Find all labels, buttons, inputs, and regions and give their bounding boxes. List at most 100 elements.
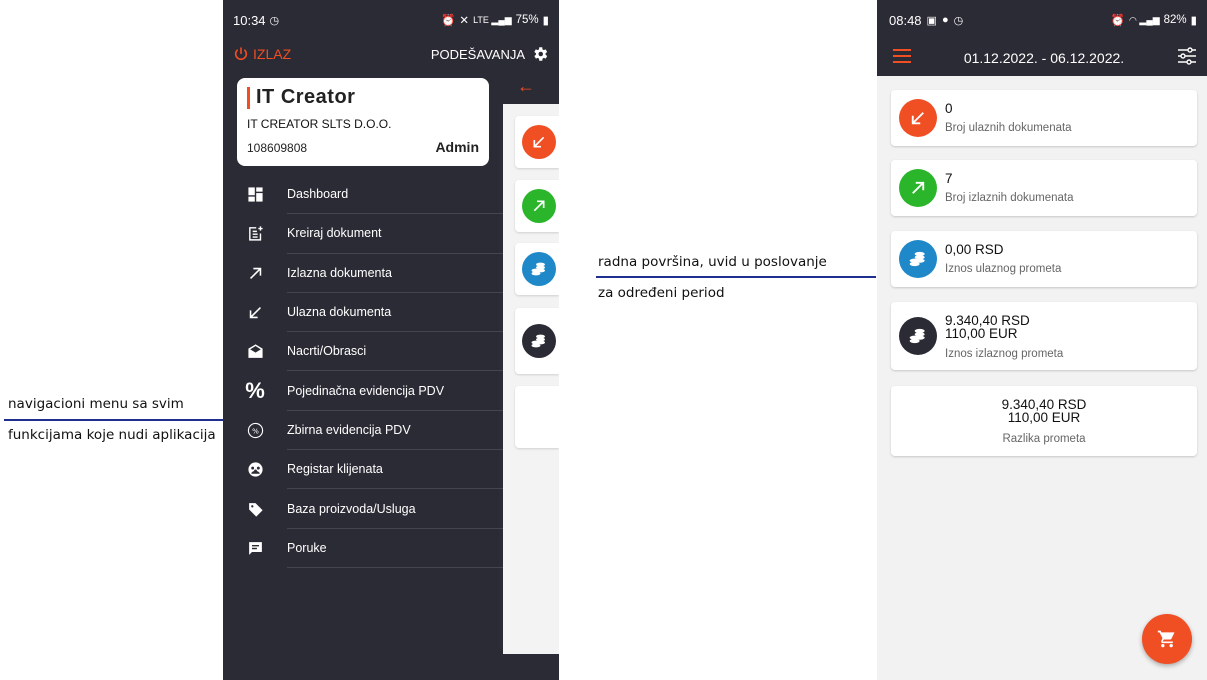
peek-card	[515, 386, 559, 448]
svg-text:%: %	[252, 426, 259, 435]
arrow-down-left-icon	[899, 99, 937, 137]
stat-card-izlazni-promet[interactable]: 9.340,40 RSD 110,00 EUR Iznos izlaznog p…	[891, 302, 1197, 370]
diff-label: Razlika prometa	[1002, 433, 1086, 445]
battery-icon: ▮	[542, 15, 549, 27]
logout-label: IZLAZ	[253, 46, 292, 62]
menu-item-zbirna-evidencija[interactable]: % Zbirna evidencija PDV	[223, 411, 503, 451]
percent-icon: %	[245, 378, 265, 404]
arrow-up-right-icon	[522, 189, 556, 223]
timer-icon: ◷	[269, 14, 280, 27]
clients-icon	[223, 461, 287, 478]
menu-item-nacrti-obrasci[interactable]: Nacrti/Obrasci	[223, 332, 503, 372]
settings-button[interactable]: PODEŠAVANJA	[431, 45, 549, 63]
menu-item-ulazna-dokumenta[interactable]: Ulazna dokumenta	[223, 293, 503, 333]
stat-card-ulazni-promet[interactable]: 0,00 RSD Iznos ulaznog prometa	[891, 231, 1197, 287]
status-bar: 10:34 ◷ ⏰ ✕ LTE ▂▄▆ 75% ▮	[223, 0, 559, 40]
gallery-icon: ▣	[926, 14, 937, 27]
brand-name: IT Creator	[256, 86, 356, 108]
cart-icon	[1157, 630, 1175, 648]
stat-card-izlazni-dokumenti[interactable]: 7 Broj izlaznih dokumenata	[891, 160, 1197, 216]
date-range-title[interactable]: 01.12.2022. - 06.12.2022.	[964, 50, 1124, 66]
arrow-up-right-icon	[899, 169, 937, 207]
coins-icon	[522, 324, 556, 358]
cart-fab-button[interactable]	[1142, 614, 1192, 664]
menu-item-pojedinacna-evidencija[interactable]: % Pojedinačna evidencija PDV	[223, 371, 503, 411]
tag-icon	[223, 501, 287, 518]
coins-icon	[899, 317, 937, 355]
menu-label: Registar klijenata	[287, 450, 503, 490]
diff-value-eur: 110,00 EUR	[1007, 410, 1081, 425]
stat-card-razlika-prometa[interactable]: 9.340,40 RSD 110,00 EUR Razlika prometa	[891, 386, 1197, 456]
menu-item-registar-klijenata[interactable]: Registar klijenata	[223, 450, 503, 490]
stat-label: Broj ulaznih dokumenata	[945, 122, 1072, 134]
battery-level: 82%	[1163, 14, 1187, 26]
arrow-down-left-icon	[223, 304, 287, 321]
stat-label: Iznos izlaznog prometa	[945, 348, 1064, 360]
menu-item-poruke[interactable]: Poruke	[223, 529, 503, 568]
background-dashboard-peek: ←	[503, 68, 559, 654]
hamburger-menu-icon[interactable]	[893, 48, 911, 68]
post-add-icon	[223, 225, 287, 242]
app-topbar: 01.12.2022. - 06.12.2022.	[877, 40, 1207, 76]
drawer-topbar: IZLAZ PODEŠAVANJA	[223, 40, 559, 68]
lte-signal-icon: LTE ▂▄▆	[473, 14, 512, 25]
left-annotation-pointer	[4, 419, 232, 421]
company-brand: IT Creator	[247, 86, 479, 109]
stat-label: Broj izlaznih dokumenata	[945, 192, 1074, 204]
stat-label: Iznos ulaznog prometa	[945, 263, 1062, 275]
stat-card-ulazni-dokumenti[interactable]: 0 Broj ulaznih dokumenata	[891, 90, 1197, 146]
menu-label: Dashboard	[287, 175, 503, 215]
percent-circle-icon: %	[223, 422, 287, 439]
timer-icon: ◷	[953, 14, 964, 27]
menu-label: Ulazna dokumenta	[287, 293, 503, 333]
power-icon	[234, 47, 248, 61]
brand-accent-bar	[247, 86, 250, 109]
user-role: Admin	[435, 139, 479, 155]
middle-annotation-line1: radna površina, uvid u poslovanje	[598, 254, 827, 270]
coins-icon	[899, 240, 937, 278]
middle-annotation-pointer	[596, 276, 876, 278]
stat-value: 0,00 RSD	[945, 242, 1004, 257]
battery-level: 75%	[515, 14, 539, 26]
menu-label: Poruke	[287, 529, 503, 568]
menu-label: Zbirna evidencija PDV	[287, 411, 503, 451]
status-time: 08:48	[889, 12, 922, 28]
left-annotation-line1: navigacioni menu sa svim	[8, 396, 184, 412]
settings-label: PODEŠAVANJA	[430, 46, 525, 62]
battery-icon: ▮	[1190, 15, 1197, 27]
message-icon	[223, 540, 287, 557]
left-phone-screen: 10:34 ◷ ⏰ ✕ LTE ▂▄▆ 75% ▮ IZLAZ PODEŠAVA…	[223, 0, 559, 680]
left-annotation-line2: funkcijama koje nudi aplikacija	[8, 427, 216, 443]
alarm-icon: ⏰	[441, 15, 456, 27]
company-name: IT CREATOR SLTS D.O.O.	[247, 117, 392, 131]
status-bar: 08:48 ▣ ● ◷ ⏰ ◠ ▂▄▆ 82% ▮	[877, 0, 1207, 40]
alarm-icon: ⏰	[1110, 15, 1126, 27]
menu-label: Pojedinačna evidencija PDV	[287, 371, 503, 411]
right-phone-screen: 08:48 ▣ ● ◷ ⏰ ◠ ▂▄▆ 82% ▮ 01.12.2022. - …	[877, 0, 1207, 680]
company-id: 108609808	[247, 141, 308, 155]
gear-icon	[534, 47, 548, 61]
arrow-down-left-icon	[522, 125, 556, 159]
stat-value: 7	[945, 171, 953, 186]
middle-annotation-line2: za određeni period	[598, 285, 725, 301]
navigation-menu: Dashboard Kreiraj dokument Izlazna dokum…	[223, 175, 503, 568]
filter-settings-icon[interactable]	[1177, 46, 1197, 70]
stat-value: 0	[945, 101, 953, 116]
drafts-icon	[223, 343, 287, 360]
menu-label: Baza proizvoda/Usluga	[287, 489, 503, 529]
wifi-signal-icon: ◠ ▂▄▆	[1129, 14, 1160, 25]
arrow-up-right-icon	[223, 265, 287, 282]
dashboard-icon	[223, 186, 287, 203]
menu-item-dashboard[interactable]: Dashboard	[223, 175, 503, 215]
menu-label: Kreiraj dokument	[287, 214, 503, 254]
back-arrow-icon[interactable]: ←	[503, 68, 559, 104]
menu-label: Nacrti/Obrasci	[287, 332, 503, 372]
menu-item-baza-proizvoda[interactable]: Baza proizvoda/Usluga	[223, 489, 503, 529]
peek-card	[515, 116, 559, 168]
menu-item-kreiraj-dokument[interactable]: Kreiraj dokument	[223, 214, 503, 254]
coins-icon	[522, 252, 556, 286]
company-card[interactable]: IT Creator IT CREATOR SLTS D.O.O. 108609…	[237, 78, 489, 166]
messenger-icon: ●	[941, 14, 949, 26]
menu-item-izlazna-dokumenta[interactable]: Izlazna dokumenta	[223, 254, 503, 293]
logout-button[interactable]: IZLAZ	[233, 46, 291, 62]
